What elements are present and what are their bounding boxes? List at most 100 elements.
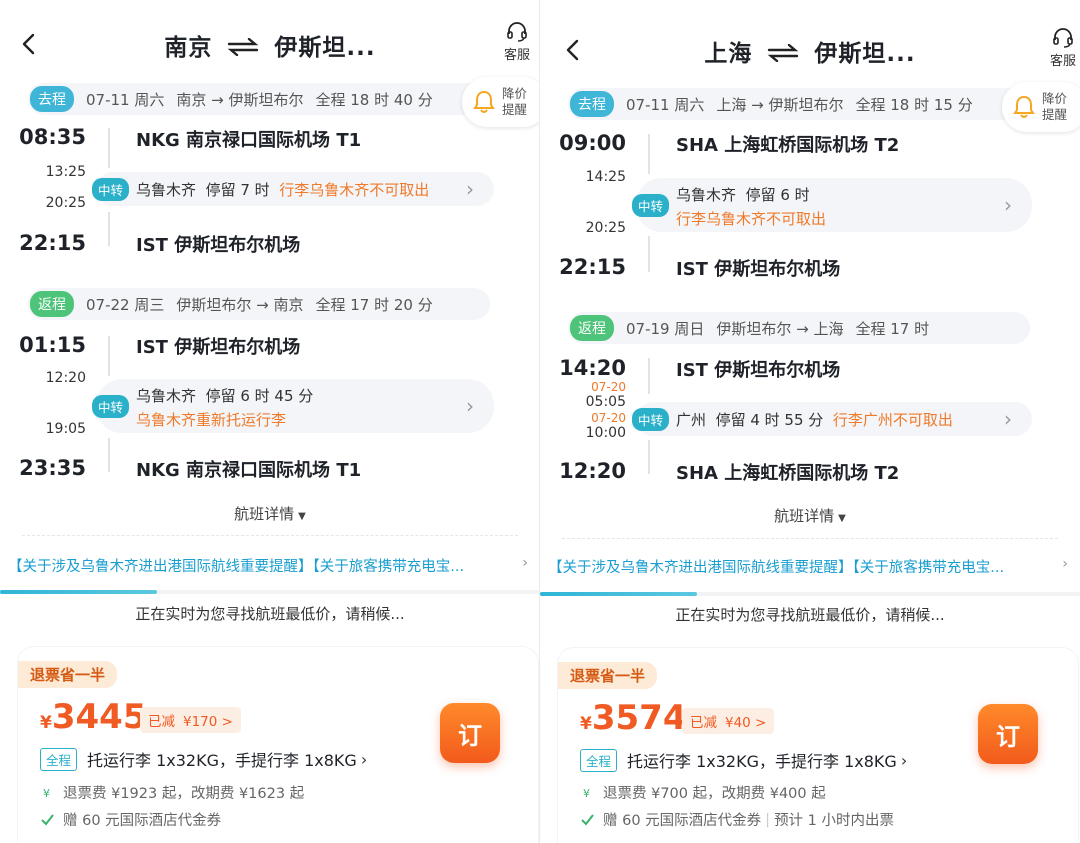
- chevron-right-icon: ›: [900, 750, 908, 770]
- outbound-arr-time: 22:15: [19, 231, 86, 255]
- return-route: 伊斯坦布尔 → 南京: [176, 295, 304, 314]
- outbound-transfer-row[interactable]: 中转 乌鲁木齐 停留 7 时 行李乌鲁木齐不可取出 ›: [92, 172, 494, 206]
- transfer-stop-duration: 停留 4 时 55 分: [715, 410, 824, 429]
- refund-save-tag: 退票省一半: [18, 661, 118, 688]
- discount-amount: ¥40 >: [725, 715, 767, 731]
- voucher-text: 赠 60 元国际酒店代金券: [603, 813, 762, 829]
- chevron-right-icon: ›: [1004, 407, 1012, 431]
- left-panel: 南京 伊斯坦... 客服 去程 07-11 周六 南京 → 伊斯坦布尔 全程 18 …: [0, 0, 540, 843]
- baggage-row[interactable]: 全程 托运行李 1x32KG，手提行李 1x8KG ›: [580, 748, 907, 772]
- notice-banner[interactable]: 【关于涉及乌鲁木齐进出港国际航线重要提醒】【关于旅客携带充电宝... ›: [8, 555, 528, 576]
- outbound-arr-time: 22:15: [559, 255, 626, 279]
- check-icon: [41, 814, 54, 826]
- title-origin: 南京: [164, 35, 213, 61]
- discount-badge[interactable]: 已减 ¥170 >: [140, 707, 241, 733]
- outbound-route: 南京 → 伊斯坦布尔: [176, 90, 304, 109]
- refund-save-tag: 退票省一半: [558, 662, 658, 689]
- outbound-tag: 去程: [30, 86, 74, 112]
- notice-banner[interactable]: 【关于涉及乌鲁木齐进出港国际航线重要提醒】【关于旅客携带充电宝... ›: [548, 556, 1068, 577]
- comparison-screen: 南京 伊斯坦... 客服 去程 07-11 周六 南京 → 伊斯坦布尔 全程 18 …: [0, 0, 1080, 843]
- voucher-row: 赠 60 元国际酒店代金券 | 预计 1 小时内出票: [580, 809, 894, 830]
- title-destination: 伊斯坦...: [274, 35, 376, 61]
- outbound-arr-airport: IST 伊斯坦布尔机场: [136, 235, 301, 256]
- transfer-city: 乌鲁木齐: [136, 180, 197, 199]
- refund-text: 退票费 ¥1923 起，改期费 ¥1623 起: [63, 786, 305, 802]
- price-alert-button[interactable]: 降价提醒: [462, 77, 540, 127]
- timeline-line: [648, 134, 650, 174]
- baggage-warning: 行李乌鲁木齐不可取出: [676, 210, 827, 228]
- return-tag: 返程: [570, 315, 614, 341]
- title-destination: 伊斯坦...: [814, 41, 916, 67]
- transfer-stop-duration: 停留 6 时: [745, 186, 810, 204]
- transfer-stop-duration: 停留 6 时 45 分: [205, 387, 314, 405]
- price-alert-label: 降价提醒: [502, 86, 528, 117]
- transfer-arrival-date: 07-20: [591, 380, 626, 394]
- timeline-line: [108, 336, 110, 376]
- divider: [22, 535, 518, 536]
- price-alert-button[interactable]: 降价提醒: [1002, 82, 1080, 132]
- outbound-summary: 去程 07-11 周六 上海 → 伊斯坦布尔 全程 18 时 15 分: [568, 88, 1030, 120]
- search-progress: [0, 590, 540, 594]
- notice-text: 【关于涉及乌鲁木齐进出港国际航线重要提醒】【关于旅客携带充电宝...: [548, 560, 1005, 576]
- transfer-departure-time: 20:25: [45, 195, 86, 211]
- svg-text:¥: ¥: [43, 787, 50, 800]
- search-progress-fill: [0, 590, 157, 594]
- return-dep-airport: IST 伊斯坦布尔机场: [676, 360, 841, 381]
- price-value: 3574: [591, 698, 687, 738]
- chevron-right-icon: ›: [1004, 193, 1012, 217]
- customer-service-button[interactable]: 客服: [502, 22, 532, 63]
- baggage-text: 托运行李 1x32KG，手提行李 1x8KG: [627, 752, 897, 771]
- flight-details-toggle[interactable]: 航班详情 ▼: [540, 505, 1080, 526]
- outbound-date: 07-11 周六: [626, 95, 705, 114]
- flight-details-label: 航班详情: [774, 507, 835, 525]
- chevron-right-icon: ›: [360, 749, 368, 769]
- timeline-line: [108, 438, 110, 472]
- flight-details-toggle[interactable]: 航班详情 ▼: [0, 503, 540, 524]
- ticketing-text: 预计 1 小时内出票: [774, 813, 895, 829]
- baggage-row[interactable]: 全程 托运行李 1x32KG，手提行李 1x8KG ›: [40, 747, 367, 771]
- outbound-transfer-row[interactable]: 中转 乌鲁木齐 停留 6 时行李乌鲁木齐不可取出 ›: [632, 178, 1032, 232]
- discount-badge[interactable]: 已减 ¥40 >: [682, 708, 775, 734]
- transfer-arrival-time: 05:05: [585, 394, 626, 410]
- outbound-dep-time: 08:35: [19, 125, 86, 149]
- return-summary: 返程 07-19 周日 伊斯坦布尔 → 上海 全程 17 时: [568, 312, 1030, 344]
- outbound-tag: 去程: [570, 91, 614, 117]
- outbound-duration: 全程 18 时 15 分: [855, 95, 973, 114]
- headset-icon: [507, 22, 527, 42]
- customer-service-label: 客服: [503, 48, 530, 63]
- voucher-text: 赠 60 元国际酒店代金券: [63, 813, 222, 829]
- flight-details-label: 航班详情: [234, 505, 295, 523]
- book-button[interactable]: 订: [440, 703, 500, 763]
- fare-card: 退票省一半 ¥3574 已减 ¥40 > 订 全程 托运行李 1x32KG，手提行…: [558, 648, 1078, 843]
- caret-down-icon: ▼: [298, 511, 306, 522]
- transfer-tag: 中转: [92, 177, 130, 201]
- baggage-warning: 行李乌鲁木齐不可取出: [279, 180, 430, 199]
- return-transfer-row[interactable]: 中转 乌鲁木齐 停留 6 时 45 分乌鲁木齐重新托运行李 ›: [92, 379, 494, 433]
- return-arr-time: 12:20: [559, 459, 626, 483]
- chevron-right-icon: ›: [466, 177, 474, 201]
- searching-text: 正在实时为您寻找航班最低价，请稍候...: [675, 606, 945, 624]
- return-route: 伊斯坦布尔 → 上海: [716, 319, 844, 338]
- return-transfer-row[interactable]: 中转 广州 停留 4 时 55 分 行李广州不可取出 ›: [632, 402, 1032, 436]
- return-duration: 全程 17 时 20 分: [315, 295, 433, 314]
- voucher-row: 赠 60 元国际酒店代金券: [40, 809, 221, 830]
- yuan-icon: ¥: [583, 787, 590, 800]
- transfer-stop-duration: 停留 7 时: [205, 180, 270, 199]
- outbound-duration: 全程 18 时 40 分: [315, 90, 433, 109]
- return-date: 07-19 周日: [626, 319, 705, 338]
- transfer-tag: 中转: [92, 394, 130, 418]
- return-arr-time: 23:35: [19, 456, 86, 480]
- outbound-dep-time: 09:00: [559, 131, 626, 155]
- baggage-warning: 乌鲁木齐重新托运行李: [136, 411, 287, 429]
- yuan-icon: ¥: [43, 787, 50, 800]
- header: 南京 伊斯坦... 客服: [0, 0, 540, 82]
- return-duration: 全程 17 时: [855, 319, 930, 338]
- separator: |: [765, 811, 771, 828]
- refund-policy: ¥ 退票费 ¥1923 起，改期费 ¥1623 起: [40, 782, 304, 803]
- book-button[interactable]: 订: [978, 704, 1038, 764]
- return-dep-time: 14:20: [559, 356, 626, 380]
- return-arr-airport: SHA 上海虹桥国际机场 T2: [676, 463, 900, 484]
- full-trip-tag: 全程: [40, 747, 78, 771]
- customer-service-button[interactable]: 客服: [1048, 28, 1078, 69]
- check-icon: [581, 814, 594, 826]
